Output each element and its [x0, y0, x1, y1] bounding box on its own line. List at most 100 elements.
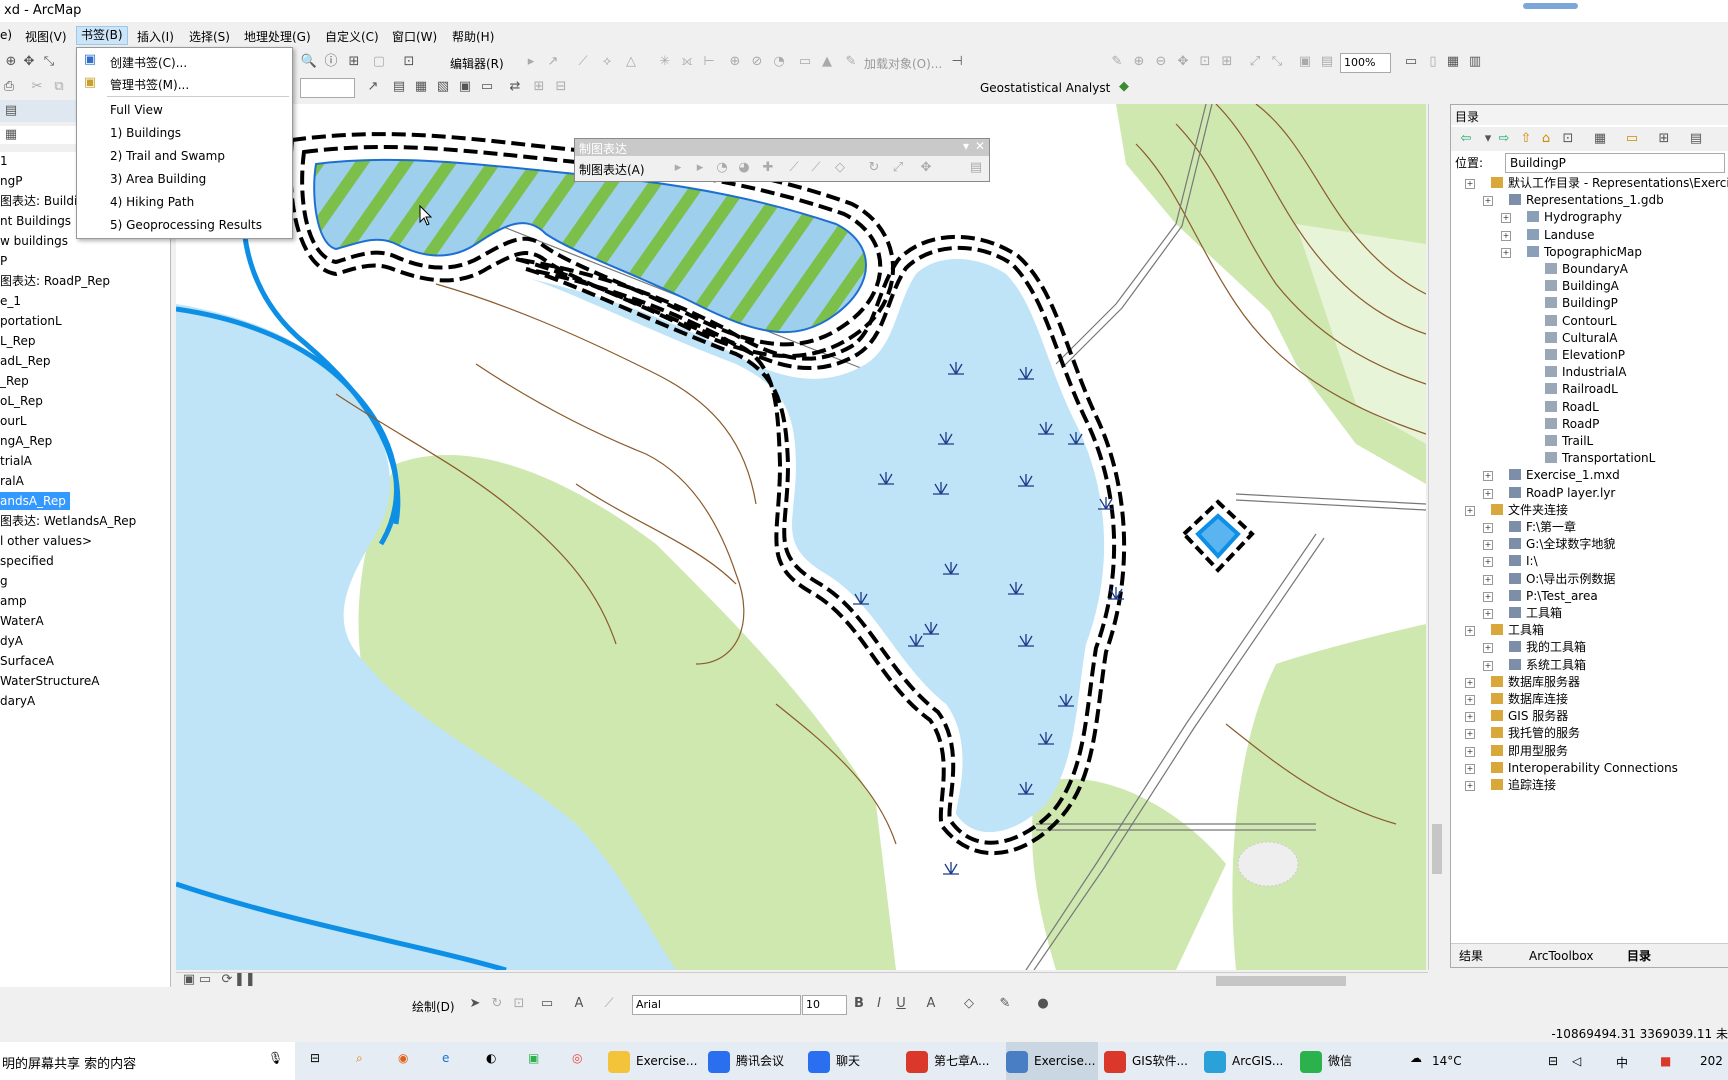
toc-layer-item[interactable]: L_Rep [0, 332, 35, 350]
text-icon[interactable]: A [570, 995, 588, 1013]
toc-layer-item[interactable]: andsA_Rep [0, 492, 70, 510]
copy-icon[interactable]: ⧉ [50, 78, 68, 96]
options-icon[interactable]: ⊞ [1655, 130, 1673, 148]
volume-icon[interactable]: ◁ [1572, 1054, 1581, 1068]
toc-layer-item[interactable]: amp [0, 592, 27, 610]
move-icon[interactable]: ◇ [831, 159, 849, 177]
toc-layer-item[interactable]: dyA [0, 632, 23, 650]
trace-icon[interactable]: ⟡ [598, 53, 616, 71]
tree-expander[interactable]: + [1483, 196, 1493, 207]
bookmark-item[interactable]: 3) Area Building [110, 172, 206, 186]
tray-app-icon[interactable]: ■ [1660, 1054, 1671, 1068]
toc-layer-item[interactable]: trialA [0, 452, 32, 470]
microphone-icon[interactable]: 🎙 [268, 1051, 283, 1065]
toggle-draft-icon[interactable]: ▭ [1402, 53, 1420, 71]
font-select[interactable]: Arial [632, 995, 801, 1015]
rotate-element-icon[interactable]: ↻ [488, 995, 506, 1013]
close-icon[interactable]: ✕ [975, 139, 985, 153]
task-gis-software[interactable]: GIS软件... [1104, 1042, 1196, 1080]
back-icon[interactable]: ⇦ [1457, 130, 1475, 148]
search-app-icon[interactable]: ⌕ [356, 1051, 363, 1066]
editor-menu[interactable]: 编辑器(R) [450, 55, 504, 72]
geostatistical-analyst-menu[interactable]: Geostatistical Analyst [980, 81, 1110, 95]
tree-expander[interactable]: + [1483, 488, 1493, 499]
catalog-tree-item[interactable]: TrailL [1545, 433, 1593, 450]
forward-icon[interactable]: ⇨ [1495, 130, 1513, 148]
straight-segment-icon[interactable]: ⟋ [574, 53, 592, 71]
menu-insert[interactable]: 插入(I) [137, 28, 174, 45]
location-field[interactable]: BuildingP [1505, 153, 1725, 173]
bookmark-item[interactable]: Full View [110, 103, 163, 117]
tree-expander[interactable]: + [1483, 574, 1493, 585]
toc-layer-item[interactable]: WaterA [0, 612, 44, 630]
scroll-thumb[interactable] [1432, 824, 1442, 874]
layout-tool-5-icon[interactable]: ⊡ [1196, 53, 1214, 71]
menu-geoprocessing[interactable]: 地理处理(G) [244, 28, 311, 45]
toc-layer-item[interactable]: 图表达: WetlandsA_Rep [0, 512, 136, 530]
tab-results[interactable]: 结果 [1459, 948, 1483, 965]
chevron-down-icon[interactable]: ▾ [963, 139, 969, 153]
layer-select[interactable] [300, 78, 355, 98]
tree-expander[interactable]: + [1465, 626, 1475, 637]
tree-expander[interactable]: + [1465, 781, 1475, 791]
drawing-menu[interactable]: 绘制(D) [412, 998, 455, 1015]
fixed-zoom-icon[interactable]: ⤡ [40, 53, 58, 71]
catalog-tree-item[interactable]: GIS 服务器 [1491, 708, 1568, 725]
geometry-icon[interactable]: ▲ [818, 53, 836, 71]
layout-tool-10-icon[interactable]: ▤ [1318, 53, 1336, 71]
chrome-app-icon[interactable]: ◎ [572, 1051, 582, 1065]
catalog-tree-item[interactable]: G:\全球数字地貌 [1509, 536, 1615, 553]
toc-window-icon[interactable]: ▤ [390, 78, 408, 96]
marker-color-icon[interactable]: ● [1034, 995, 1052, 1013]
catalog-tree-item[interactable]: 数据库服务器 [1491, 674, 1580, 691]
edit-annotation-icon[interactable]: ↗ [544, 53, 562, 71]
collapse-icon[interactable]: ▤ [1687, 130, 1705, 148]
task-chapter7[interactable]: 第七章A... [906, 1042, 998, 1080]
catalog-tree-item[interactable]: 我的工具箱 [1509, 639, 1586, 656]
representation-toolbar[interactable]: 制图表达 ▾ ✕ 制图表达(A) ▸ ▸ ◔ ◕ ✚ ⟋ ⟋ ◇ ↻ ⤢ ✥ ▤ [574, 138, 990, 182]
toc-layer-item[interactable]: WaterStructureA [0, 672, 100, 690]
catalog-tree-item[interactable]: CulturalA [1545, 330, 1617, 347]
marquee-icon[interactable]: ◕ [735, 159, 753, 177]
catalog-tree-item[interactable]: 默认工作目录 - Representations\Exercise_ [1491, 175, 1728, 192]
toc-layer-item[interactable]: portationL [0, 312, 62, 330]
catalog-tree-item[interactable]: 工具箱 [1491, 622, 1544, 639]
catalog-tree-item[interactable]: F:\第一章 [1509, 519, 1576, 536]
layout-tool-6-icon[interactable]: ⊞ [1218, 53, 1236, 71]
pan-tool-icon[interactable]: ✥ [917, 159, 935, 177]
cut-polygon-icon[interactable]: ⊢ [700, 53, 718, 71]
lasso-icon[interactable]: ◔ [713, 159, 731, 177]
identify-icon[interactable]: ⓘ [322, 53, 340, 71]
edge-app-icon[interactable]: e [442, 1051, 449, 1065]
connect-folder-icon[interactable]: ⊡ [1559, 130, 1577, 148]
catalog-tree-item[interactable]: Representations_1.gdb [1509, 192, 1664, 209]
layout-tool-3-icon[interactable]: ⊖ [1152, 53, 1170, 71]
new-folder-icon[interactable]: ▭ [1623, 130, 1641, 148]
sketch-props-icon[interactable]: ◔ [770, 53, 788, 71]
toc-layer-item[interactable]: 图表达: RoadP_Rep [0, 272, 110, 290]
toc-layer-item[interactable]: P [0, 252, 7, 270]
tree-expander[interactable]: + [1465, 179, 1475, 189]
go-to-xy-icon[interactable]: ⊡ [400, 53, 418, 71]
catalog-tree-item[interactable]: TransportationL [1545, 450, 1655, 467]
catalog-tree-item[interactable]: BuildingA [1545, 278, 1619, 295]
flip-icon[interactable]: ⊣ [948, 53, 966, 71]
tab-catalog[interactable]: 目录 [1627, 948, 1651, 965]
focus-frame-icon[interactable]: ▯ [1424, 53, 1442, 71]
manage-bookmarks-item[interactable]: 管理书签(M)... [110, 76, 189, 93]
edit-vertices-icon[interactable]: ⟋ [600, 995, 618, 1013]
toc-layer-item[interactable]: l other values> [0, 532, 92, 550]
tree-expander[interactable]: + [1483, 609, 1493, 619]
layout-tool-4-icon[interactable]: ✥ [1174, 53, 1192, 71]
rotate-tool-icon[interactable]: ↻ [865, 159, 883, 177]
tree-expander[interactable]: + [1483, 471, 1493, 482]
toc-layer-item[interactable]: ngA_Rep [0, 432, 52, 450]
create-bookmark-item[interactable]: 创建书签(C)... [110, 54, 187, 71]
menu-view[interactable]: 视图(V) [25, 28, 67, 45]
representation-dropdown[interactable]: 制图表达(A) [579, 161, 645, 178]
map-canvas[interactable] [176, 104, 1426, 970]
editor-toolbar-icon[interactable]: ↗ [364, 78, 382, 96]
data-driven-pages-icon[interactable]: ▥ [1466, 53, 1484, 71]
catalog-tree-item[interactable]: RoadL [1545, 399, 1599, 416]
window-control-slider[interactable] [1523, 3, 1578, 9]
